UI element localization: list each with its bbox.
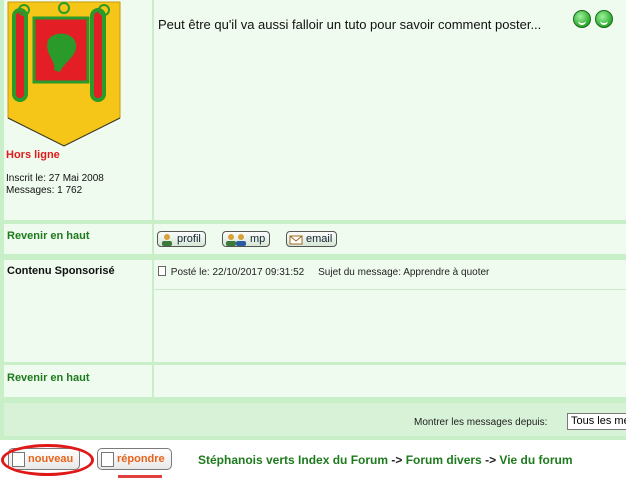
- document-icon: [101, 451, 114, 467]
- envelope-icon: [289, 235, 303, 244]
- user-icon: [162, 233, 172, 246]
- registered-date: Inscrit le: 27 Mai 2008: [6, 173, 104, 184]
- email-button[interactable]: email: [286, 231, 338, 247]
- breadcrumb-separator: ->: [388, 453, 406, 467]
- smiley-icon: [595, 10, 613, 28]
- back-to-top-link[interactable]: Revenir en haut: [7, 372, 90, 384]
- users-icon: [226, 233, 246, 246]
- show-messages-label: Montrer les messages depuis:: [414, 417, 548, 428]
- sponsor-footer-right: [154, 365, 626, 397]
- reply-label: répondre: [117, 453, 165, 465]
- post-icon: [158, 266, 166, 276]
- post-text: Peut être qu'il va aussi falloir un tuto…: [158, 17, 542, 32]
- posted-date: Posté le: 22/10/2017 09:31:52: [170, 267, 305, 278]
- post-subject: Sujet du message: Apprendre à quoter: [318, 267, 490, 278]
- highlight-circle: [1, 444, 94, 476]
- smiley-icon: [573, 10, 591, 28]
- post-header-separator: [154, 289, 626, 290]
- online-status: Hors ligne: [6, 149, 60, 161]
- pm-button-label: mp: [250, 233, 266, 245]
- breadcrumb-forum-section[interactable]: Forum divers: [406, 453, 482, 467]
- breadcrumb: Stéphanois verts Index du Forum -> Forum…: [198, 453, 573, 467]
- breadcrumb-current-forum[interactable]: Vie du forum: [499, 453, 572, 467]
- post-body-panel: [154, 0, 626, 220]
- back-to-top-link[interactable]: Revenir en haut: [7, 230, 90, 242]
- avatar-coat-of-arms: [7, 1, 121, 147]
- private-message-button[interactable]: mp: [222, 231, 271, 247]
- profile-button[interactable]: profil: [157, 231, 206, 247]
- profile-button-label: profil: [177, 233, 201, 245]
- sponsored-author: Contenu Sponsorisé: [7, 265, 115, 277]
- breadcrumb-separator: ->: [481, 453, 500, 467]
- show-messages-select[interactable]: Tous les messages: [567, 413, 626, 430]
- reply-button[interactable]: répondre: [97, 448, 172, 470]
- message-count: Messages: 1 762: [6, 185, 83, 196]
- email-button-label: email: [306, 233, 333, 245]
- sponsored-post-header: Posté le: 22/10/2017 09:31:52 Sujet du m…: [158, 266, 489, 278]
- breadcrumb-forum-index[interactable]: Stéphanois verts Index du Forum: [198, 453, 388, 467]
